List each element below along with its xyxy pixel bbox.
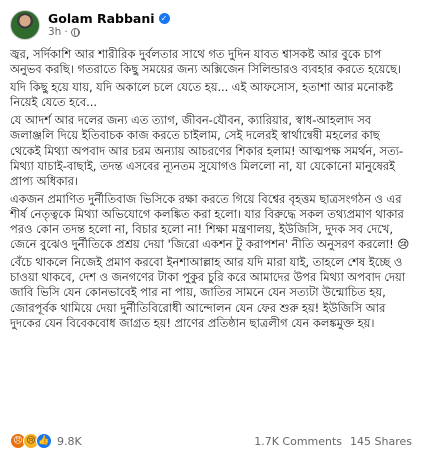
post-paragraph: যে আদর্শ আর দলের জন্য এত ত্যাগ, জীবন-যৌব… [10,113,404,188]
post-paragraph: জ্বর, সর্দিকাশি আর শারীরিক দুর্বলতার সাথ… [10,47,401,77]
dot-separator: · [64,26,68,39]
post-paragraph: একজন প্রমাণিত দুর্নীতিবাজ ভিসিকে রক্ষা ক… [10,191,410,252]
facebook-post: Golam Rabbani ✓ 3h · জ্বর, সর্দিকাশি আর … [0,0,422,456]
post-timestamp-row: 3h · [48,26,170,39]
post-time[interactable]: 3h [48,26,61,39]
globe-icon [70,28,80,37]
reaction-count[interactable]: 9.8K [57,435,82,448]
author-name-row: Golam Rabbani ✓ [48,11,170,26]
post-body: জ্বর, সর্দিকাশি আর শারীরিক দুর্বলতার সাথ… [10,47,412,331]
comments-count[interactable]: 1.7K Comments [254,435,342,448]
like-icon: 👍 [36,433,52,449]
post-header: Golam Rabbani ✓ 3h · [10,8,412,42]
post-paragraph: যদি কিছু হয়ে যায়, যদি অকালে চলে যেতে হ… [10,80,394,110]
author-name[interactable]: Golam Rabbani [48,11,155,26]
author-avatar[interactable] [10,10,40,40]
reaction-summary[interactable]: 😠 😢 👍 9.8K [10,433,82,449]
engagement-stats: 1.7K Comments 145 Shares [254,435,412,448]
verified-badge-icon: ✓ [158,13,170,25]
author-meta: Golam Rabbani ✓ 3h · [48,11,170,39]
post-footer: 😠 😢 👍 9.8K 1.7K Comments 145 Shares [10,430,412,452]
shares-count[interactable]: 145 Shares [350,435,412,448]
post-paragraph: বেঁচে থাকলে নিজেই প্রমাণ করবো ইনশাআল্লাহ… [10,255,406,330]
